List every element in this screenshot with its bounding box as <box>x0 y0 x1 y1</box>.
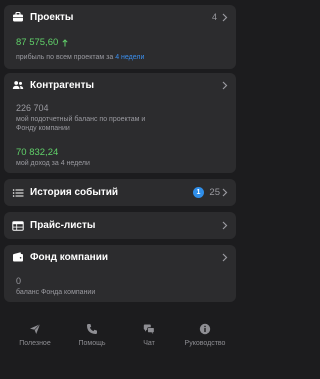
history-card[interactable]: История событий 1 25 <box>4 179 236 206</box>
fund-card[interactable]: Фонд компании 0 баланс Фонда компании <box>4 245 236 302</box>
projects-title: Проекты <box>30 11 74 23</box>
contractors-income-caption: мой доход за 4 недели <box>16 160 90 167</box>
contractors-balance-value: 226 704 <box>16 103 49 113</box>
pricelists-header[interactable]: Прайс-листы <box>4 212 236 239</box>
wallet-icon <box>12 251 24 263</box>
tab-guide-label: Руководство <box>184 340 226 347</box>
fund-balance-caption: баланс Фонда компании <box>16 289 96 296</box>
tab-help[interactable]: Помощь <box>62 316 122 358</box>
chat-bubbles-icon <box>143 323 155 335</box>
projects-count: 4 <box>211 12 217 22</box>
history-title: История событий <box>30 187 119 198</box>
projects-caption-prefix: прибыль по всем проектам за <box>16 54 114 61</box>
tab-help-label: Помощь <box>78 340 106 347</box>
projects-card[interactable]: Проекты 4 87 575,60 прибыль по всем прое… <box>4 5 236 69</box>
chevron-right-icon <box>221 80 228 90</box>
chevron-right-icon <box>221 188 228 198</box>
chevron-right-icon <box>221 12 228 22</box>
people-icon <box>12 79 24 91</box>
pricelists-title: Прайс-листы <box>30 220 96 231</box>
contractors-title: Контрагенты <box>30 79 95 91</box>
contractors-balance-caption-line2: Фонду компании <box>16 125 70 132</box>
contractors-card[interactable]: Контрагенты 226 704 мой подотчетный бала… <box>4 73 236 173</box>
history-unread-badge: 1 <box>193 187 204 198</box>
arrow-up-icon <box>62 38 68 47</box>
chevron-right-icon <box>221 221 228 231</box>
briefcase-icon <box>12 11 24 23</box>
projects-period-link[interactable]: 4 недели <box>115 54 144 61</box>
contractors-income-value: 70 832,24 <box>16 147 59 158</box>
tab-guide[interactable]: Руководство <box>175 316 235 358</box>
list-icon <box>12 187 24 199</box>
tab-useful[interactable]: Полезное <box>5 316 65 358</box>
info-icon <box>199 323 211 335</box>
projects-profit-caption: прибыль по всем проектам за 4 недели <box>16 54 144 61</box>
tab-useful-label: Полезное <box>19 340 51 347</box>
app-screen: Проекты 4 87 575,60 прибыль по всем прое… <box>0 0 240 379</box>
history-header[interactable]: История событий 1 25 <box>4 179 236 206</box>
contractors-balance-caption-line1: мой подотчетный баланс по проектам и <box>16 116 146 123</box>
fund-header[interactable]: Фонд компании <box>4 245 236 269</box>
fund-title: Фонд компании <box>30 251 108 263</box>
bottom-tab-bar: Полезное Помощь Чат Руководство <box>0 316 240 358</box>
projects-amount: 87 575,60 <box>16 37 59 48</box>
table-icon <box>12 220 24 232</box>
tab-chat[interactable]: Чат <box>119 316 179 358</box>
tab-chat-label: Чат <box>143 340 155 347</box>
projects-profit-value: 87 575,60 <box>16 37 68 48</box>
history-count: 25 <box>209 187 220 198</box>
contractors-header[interactable]: Контрагенты <box>4 73 236 97</box>
chevron-right-icon <box>221 252 228 262</box>
paper-plane-icon <box>29 323 41 335</box>
phone-icon <box>86 323 98 335</box>
pricelists-card[interactable]: Прайс-листы <box>4 212 236 239</box>
projects-header[interactable]: Проекты 4 <box>4 5 236 29</box>
fund-balance-value: 0 <box>16 276 22 286</box>
